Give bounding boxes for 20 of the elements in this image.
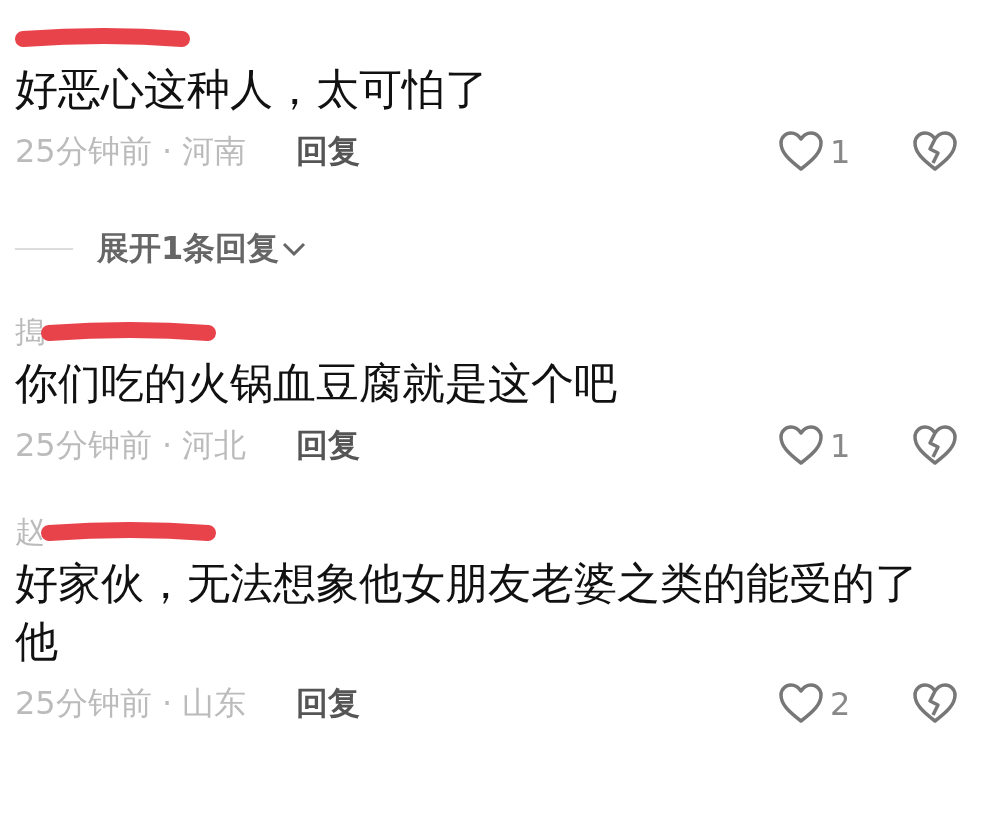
broken-heart-icon[interactable] (912, 425, 958, 467)
comment-meta: 25分钟前 · 河北 (15, 425, 247, 466)
comment-meta: 25分钟前 · 河南 (15, 131, 247, 172)
like-count: 1 (830, 133, 852, 171)
reply-button[interactable]: 回复 (296, 682, 361, 726)
broken-heart-icon[interactable] (912, 131, 958, 173)
heart-icon[interactable] (778, 131, 824, 173)
chevron-down-icon (281, 241, 308, 257)
comment-text: 好恶心这种人，太可怕了 (15, 63, 489, 116)
comment-meta: 25分钟前 · 山东 (15, 683, 247, 724)
reply-button[interactable]: 回复 (296, 424, 361, 468)
expand-replies-button[interactable]: 展开1条回复 (97, 227, 308, 271)
like-count: 1 (830, 427, 852, 465)
comment-text: 好家伙，无法想象他女朋友老婆之类的能受的了他 (15, 557, 919, 668)
comment-text: 你们吃的火锅血豆腐就是这个吧 (15, 357, 618, 410)
reply-button[interactable]: 回复 (296, 130, 361, 174)
like-count: 2 (830, 685, 852, 723)
broken-heart-icon[interactable] (912, 683, 958, 725)
heart-icon[interactable] (778, 425, 824, 467)
heart-icon[interactable] (778, 683, 824, 725)
